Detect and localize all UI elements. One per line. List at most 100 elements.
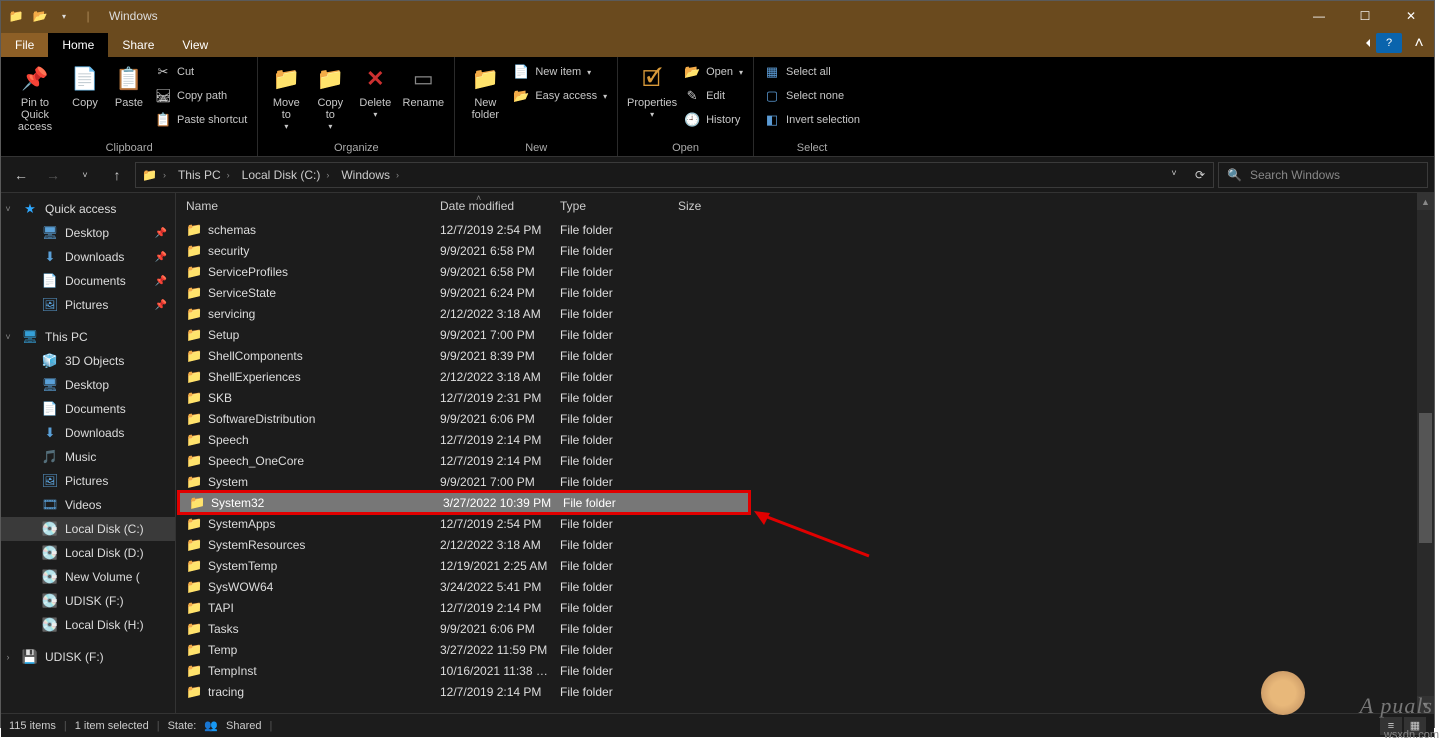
sidebar-pc-item[interactable]: 💽UDISK (F:) <box>1 589 175 613</box>
sidebar-pc-item[interactable]: ⬇Downloads <box>1 421 175 445</box>
move-to-button[interactable]: 📁 Move to▾ <box>264 59 308 132</box>
file-name: Speech_OneCore <box>208 454 304 468</box>
collapse-ribbon-button[interactable]: ˄ <box>1408 33 1430 55</box>
file-date: 12/19/2021 2:25 AM <box>430 559 550 573</box>
file-row[interactable]: 📁SysWOW643/24/2022 5:41 PMFile folder <box>176 576 1434 597</box>
back-button[interactable]: ← <box>7 161 35 189</box>
file-row[interactable]: 📁ServiceState9/9/2021 6:24 PMFile folder <box>176 282 1434 303</box>
folder-icon: 📁 <box>186 306 202 322</box>
folder-icon: 📁 <box>186 369 202 385</box>
tab-home[interactable]: Home <box>48 33 108 57</box>
history-button[interactable]: 🕘History <box>680 109 747 131</box>
sidebar-pc-item[interactable]: 🖥Desktop <box>1 373 175 397</box>
forward-button[interactable]: → <box>39 161 67 189</box>
easy-access-button[interactable]: 📂Easy access ▾ <box>509 85 611 107</box>
sidebar-pc-item[interactable]: 🖼Pictures <box>1 469 175 493</box>
refresh-button[interactable]: ⟳ <box>1187 168 1213 182</box>
file-row[interactable]: 📁security9/9/2021 6:58 PMFile folder <box>176 240 1434 261</box>
breadcrumb-1[interactable]: Local Disk (C:) <box>242 168 321 182</box>
file-row[interactable]: 📁System323/27/2022 10:39 PMFile folder <box>179 492 749 513</box>
select-none-button[interactable]: ▢Select none <box>760 85 864 107</box>
new-item-button[interactable]: 📄New item ▾ <box>509 61 611 83</box>
sidebar-pc-item[interactable]: 💽New Volume ( <box>1 565 175 589</box>
file-row[interactable]: 📁SystemResources2/12/2022 3:18 AMFile fo… <box>176 534 1434 555</box>
paste-shortcut-button[interactable]: 📋Paste shortcut <box>151 109 251 131</box>
sidebar-this-pc[interactable]: ˅🖥This PC <box>1 325 175 349</box>
file-row[interactable]: 📁SystemTemp12/19/2021 2:25 AMFile folder <box>176 555 1434 576</box>
sidebar-pc-item[interactable]: 🧊3D Objects <box>1 349 175 373</box>
sidebar-pc-item[interactable]: 💽Local Disk (C:) <box>1 517 175 541</box>
file-row[interactable]: 📁Temp3/27/2022 11:59 PMFile folder <box>176 639 1434 660</box>
help-button[interactable]: ? <box>1376 33 1402 53</box>
sidebar-pc-item[interactable]: 💽Local Disk (D:) <box>1 541 175 565</box>
breadcrumb-2[interactable]: Windows <box>341 168 390 182</box>
file-row[interactable]: 📁TAPI12/7/2019 2:14 PMFile folder <box>176 597 1434 618</box>
file-row[interactable]: 📁SoftwareDistribution9/9/2021 6:06 PMFil… <box>176 408 1434 429</box>
file-row[interactable]: 📁SystemApps12/7/2019 2:54 PMFile folder <box>176 513 1434 534</box>
vertical-scrollbar[interactable]: ▲ ▼ <box>1417 193 1434 713</box>
sidebar-udisk[interactable]: ›💾UDISK (F:) <box>1 645 175 669</box>
edit-button[interactable]: ✎Edit <box>680 85 747 107</box>
file-row[interactable]: 📁System9/9/2021 7:00 PMFile folder <box>176 471 1434 492</box>
col-name[interactable]: Name <box>176 199 430 213</box>
column-headers[interactable]: Name Date modified Type Size <box>176 193 1434 219</box>
sidebar-quick-access[interactable]: ˅★Quick access <box>1 197 175 221</box>
sidebar-pc-item[interactable]: 💽Local Disk (H:) <box>1 613 175 637</box>
file-row[interactable]: 📁schemas12/7/2019 2:54 PMFile folder <box>176 219 1434 240</box>
paste-button[interactable]: 📋 Paste <box>107 59 151 109</box>
copy-path-button[interactable]: 🛤Copy path <box>151 85 251 107</box>
col-type[interactable]: Type <box>550 199 668 213</box>
sidebar-pc-item[interactable]: 📄Documents <box>1 397 175 421</box>
select-all-icon: ▦ <box>764 64 780 80</box>
file-row[interactable]: 📁tracing12/7/2019 2:14 PMFile folder <box>176 681 1434 702</box>
qat-open-icon[interactable]: 📂 <box>29 5 51 27</box>
recent-dropdown[interactable]: ˅ <box>71 161 99 189</box>
delete-icon: ✕ <box>359 63 391 95</box>
qat-dropdown[interactable]: ▾ <box>53 5 75 27</box>
sidebar-pc-item[interactable]: 🎞Videos <box>1 493 175 517</box>
cut-button[interactable]: ✂Cut <box>151 61 251 83</box>
new-folder-button[interactable]: 📁 New folder <box>461 59 509 121</box>
file-row[interactable]: 📁Setup9/9/2021 7:00 PMFile folder <box>176 324 1434 345</box>
sidebar-quick-item[interactable]: 📄Documents📌 <box>1 269 175 293</box>
address-bar[interactable]: 📁› This PC› Local Disk (C:)› Windows› ˅ … <box>135 162 1214 188</box>
file-row[interactable]: 📁Speech_OneCore12/7/2019 2:14 PMFile fol… <box>176 450 1434 471</box>
tab-file[interactable]: File <box>1 33 48 57</box>
sidebar-quick-item[interactable]: ⬇Downloads📌 <box>1 245 175 269</box>
delete-button[interactable]: ✕ Delete▾ <box>352 59 398 120</box>
file-type: File folder <box>550 538 668 552</box>
file-row[interactable]: 📁ShellComponents9/9/2021 8:39 PMFile fol… <box>176 345 1434 366</box>
up-button[interactable]: ↑ <box>103 161 131 189</box>
col-size[interactable]: Size <box>668 199 744 213</box>
minimize-button[interactable]: — <box>1296 1 1342 31</box>
rename-button[interactable]: ▭ Rename <box>398 59 448 109</box>
maximize-button[interactable]: ☐ <box>1342 1 1388 31</box>
file-row[interactable]: 📁Tasks9/9/2021 6:06 PMFile folder <box>176 618 1434 639</box>
invert-selection-button[interactable]: ◧Invert selection <box>760 109 864 131</box>
breadcrumb-0[interactable]: This PC <box>178 168 221 182</box>
copy-button[interactable]: 📄 Copy <box>63 59 107 109</box>
copy-to-button[interactable]: 📁 Copy to▾ <box>308 59 352 132</box>
tab-share[interactable]: Share <box>108 33 168 57</box>
pin-to-quick-access-button[interactable]: 📌 Pin to Quick access <box>7 59 63 133</box>
file-row[interactable]: 📁TempInst10/16/2021 11:38 …File folder <box>176 660 1434 681</box>
file-row[interactable]: 📁ServiceProfiles9/9/2021 6:58 PMFile fol… <box>176 261 1434 282</box>
properties-button[interactable]: 🗹 Properties▾ <box>624 59 680 120</box>
sidebar-pc-item[interactable]: 🎵Music <box>1 445 175 469</box>
file-row[interactable]: 📁servicing2/12/2022 3:18 AMFile folder <box>176 303 1434 324</box>
file-row[interactable]: 📁Speech12/7/2019 2:14 PMFile folder <box>176 429 1434 450</box>
tab-view[interactable]: View <box>168 33 222 57</box>
scroll-thumb[interactable] <box>1419 413 1432 543</box>
sidebar-quick-item[interactable]: 🖼Pictures📌 <box>1 293 175 317</box>
search-box[interactable]: 🔍 Search Windows <box>1218 162 1428 188</box>
close-button[interactable]: ✕ <box>1388 1 1434 31</box>
sidebar-quick-item[interactable]: 🖥Desktop📌 <box>1 221 175 245</box>
select-all-button[interactable]: ▦Select all <box>760 61 864 83</box>
file-row[interactable]: 📁SKB12/7/2019 2:31 PMFile folder <box>176 387 1434 408</box>
scroll-up-button[interactable]: ▲ <box>1417 193 1434 210</box>
file-type: File folder <box>550 412 668 426</box>
col-date[interactable]: Date modified <box>430 199 550 213</box>
open-button[interactable]: 📂Open ▾ <box>680 61 747 83</box>
address-dropdown[interactable]: ˅ <box>1161 168 1187 182</box>
file-row[interactable]: 📁ShellExperiences2/12/2022 3:18 AMFile f… <box>176 366 1434 387</box>
